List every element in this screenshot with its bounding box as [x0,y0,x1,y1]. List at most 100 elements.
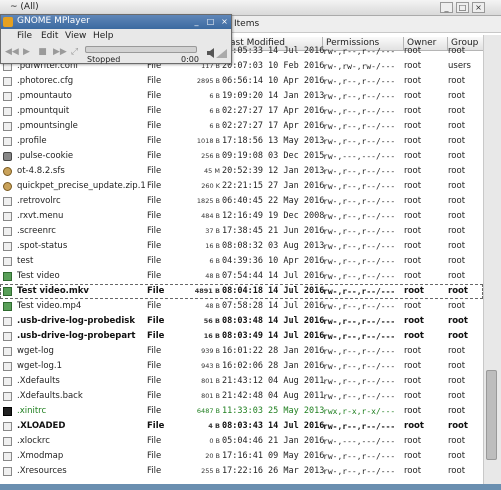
file-name: .profile [17,136,47,146]
file-owner: root [404,331,424,341]
mplayer-menu-help[interactable]: Help [93,31,114,41]
file-name: .screenrc [17,226,56,236]
file-permissions: rw-,r--,r--/--- [323,197,396,206]
file-date: 06:40:45 22 May 2016 [222,196,325,206]
file-row[interactable]: .Xmodmap File 20 B 17:16:41 09 May 2016 rw-,… [0,449,483,464]
file-row[interactable]: ot-4.8.2.sfs File 45 M 20:52:39 12 Jan 2013… [0,164,483,179]
volume-icon[interactable] [206,48,228,58]
mplayer-minimize-icon[interactable]: _ [191,16,202,27]
file-name: quickpet_precise_update.zip.1 [17,181,145,191]
mplayer-menu-edit[interactable]: Edit [41,31,58,41]
file-row[interactable]: .xinitrc File 6487 B 11:33:03 25 May 2013 rw… [0,404,483,419]
file-name: .Xdefaults [17,376,60,386]
file-row[interactable]: .screenrc File 37 B 17:38:45 21 Jun 2016 rw-… [0,224,483,239]
menu-items[interactable]: Items [234,19,259,29]
file-row[interactable]: Test video.mp4 File 48 B 07:58:28 14 Jul 20… [0,299,483,314]
file-row[interactable]: .spot-status File 16 B 08:08:32 03 Aug 2013… [0,239,483,254]
mplayer-menu-view[interactable]: View [65,31,86,41]
play-icon[interactable]: ▶ [21,47,32,58]
file-group: root [448,391,466,401]
file-row[interactable]: .rxvt.menu File 484 B 12:16:49 19 Dec 2008 r… [0,209,483,224]
file-permissions: rw-,r--,r--/--- [323,92,396,101]
file-permissions: rw-,r--,r--/--- [323,212,396,221]
file-permissions: rw-,r--,r--/--- [323,137,396,146]
file-icon [3,242,12,251]
file-owner: root [404,406,422,416]
scrollbar-thumb[interactable] [486,370,497,460]
file-icon [3,212,12,221]
file-icon [3,227,12,236]
minimize-button[interactable]: _ [440,2,453,13]
file-row[interactable]: .xlockrc File 0 B 05:04:46 21 Jan 2016 rw-,-… [0,434,483,449]
mplayer-close-icon[interactable]: × [219,16,230,27]
file-permissions: rw-,rw-,rw-/--- [323,62,396,71]
forward-icon[interactable]: ▶▶ [53,47,67,58]
file-row[interactable]: .retrovolrc File 1825 B 06:40:45 22 May 201… [0,194,483,209]
close-button[interactable]: × [472,2,485,13]
file-row[interactable]: .Xdefaults.back File 801 B 21:42:48 04 Aug … [0,389,483,404]
file-row[interactable]: quickpet_precise_update.zip.1 File 260 K 22… [0,179,483,194]
file-icon [3,437,12,446]
playback-status: Stopped [87,55,121,64]
file-permissions: rw-,r--,r--/--- [323,47,396,56]
file-permissions: rw-,r--,r--/--- [323,107,396,116]
file-size: 6 B [209,257,220,265]
file-date: 20:07:03 10 Feb 2016 [222,61,325,71]
image-icon [3,302,12,311]
file-row[interactable]: .usb-drive-log-probedisk File 56 B 08:03:48… [0,314,483,329]
file-row[interactable]: .pulse-cookie File 256 B 09:19:08 03 Dec 20… [0,149,483,164]
file-owner: root [404,46,422,56]
file-group: users [448,61,471,71]
file-size: 1825 B [196,197,220,205]
file-row[interactable]: .XLOADED File 4 B 08:03:43 14 Jul 2016 rw-,r… [0,419,483,434]
fullscreen-icon[interactable]: ⤢ [69,47,80,58]
file-size: 6 B [209,92,220,100]
file-permissions: rw-,r--,r--/--- [323,392,396,401]
file-row[interactable]: .Xdefaults File 801 B 21:43:12 04 Aug 2011 r… [0,374,483,389]
file-group: root [448,166,466,176]
file-permissions: rw-,r--,r--/--- [323,122,396,131]
file-row[interactable]: wget-log File 939 B 16:01:22 28 Jan 2016 rw-… [0,344,483,359]
file-permissions: rw-,r--,r--/--- [323,467,396,476]
file-row[interactable]: Test video File 48 B 07:54:44 14 Jul 2016 rw… [0,269,483,284]
rewind-icon[interactable]: ◀◀ [5,47,19,58]
file-list: ...117 B23:05:33 14 Jul 2016rw-,r--,r--/… [0,44,483,485]
file-name: Test video [17,271,60,281]
wheel-icon [3,167,12,176]
maximize-button[interactable]: □ [456,2,469,13]
file-owner: root [404,106,422,116]
file-owner: root [404,451,422,461]
file-date: 17:38:45 21 Jun 2016 [222,226,325,236]
file-row[interactable]: test File 6 B 04:39:36 10 Apr 2016 rw-,r--,r… [0,254,483,269]
file-owner: root [404,391,422,401]
file-owner: root [404,301,422,311]
file-row[interactable]: .profile File 1018 B 17:18:56 13 May 2013 rw… [0,134,483,149]
file-owner: root [404,271,422,281]
file-icon [3,92,12,101]
file-group: root [448,436,466,446]
file-owner: root [404,211,422,221]
stop-icon[interactable]: ■ [37,47,48,58]
file-row[interactable]: .Xresources File 255 B 17:22:16 26 Mar 2013… [0,464,483,479]
file-group: root [448,121,466,131]
file-row[interactable]: .photorec.cfg File 2895 B 06:56:14 10 Apr 2… [0,74,483,89]
file-size: 4 B [208,422,220,430]
file-name: .usb-drive-log-probepart [17,331,136,341]
file-name: .rxvt.menu [17,211,64,221]
mplayer-menu-file[interactable]: File [17,31,32,41]
file-row[interactable]: .pmountsingle File 6 B 02:27:27 17 Apr 2016… [0,119,483,134]
file-row[interactable]: Test video.mkv File 4891 B 08:04:18 14 Jul … [0,284,483,299]
mplayer-maximize-icon[interactable]: □ [205,16,216,27]
file-group: root [448,376,466,386]
file-permissions: rw-,r--,r--/--- [323,347,396,356]
file-row[interactable]: .pmountquit File 6 B 02:27:27 17 Apr 2016 rw… [0,104,483,119]
file-date: 17:16:41 09 May 2016 [222,451,325,461]
file-row[interactable]: .pmountauto File 6 B 19:09:20 14 Jan 2013 rw… [0,89,483,104]
desktop: ~ (All) _ □ × Items Last Modified Permis… [0,0,501,490]
file-row[interactable]: .usb-drive-log-probepart File 16 B 08:03:49… [0,329,483,344]
file-row[interactable]: wget-log.1 File 943 B 16:02:06 28 Jan 2016 r… [0,359,483,374]
file-name: .retrovolrc [17,196,61,206]
file-date: 08:04:18 14 Jul 2016 [222,286,325,296]
file-size: 0 B [209,437,220,445]
progress-bar[interactable] [85,46,197,53]
